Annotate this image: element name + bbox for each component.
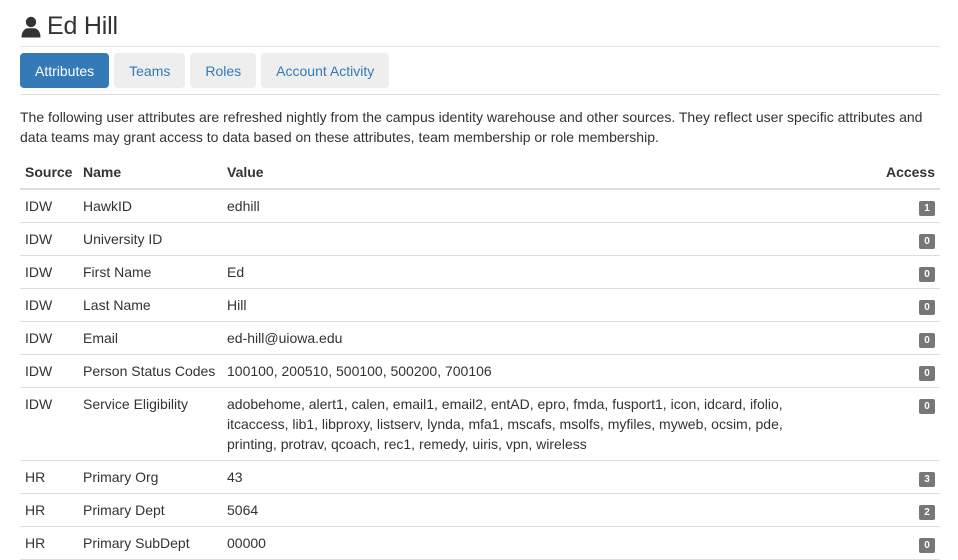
cell-access: 0 (870, 255, 940, 289)
cell-name: Email (78, 321, 222, 355)
cell-name: Primary Org (78, 460, 222, 494)
cell-source: IDW (20, 222, 78, 256)
cell-source: HR (20, 526, 78, 560)
header-source: Source (20, 158, 78, 190)
access-count-badge: 1 (919, 201, 935, 216)
cell-source: IDW (20, 189, 78, 223)
cell-access: 1 (870, 189, 940, 223)
cell-value: edhill (222, 189, 870, 223)
cell-name: Last Name (78, 288, 222, 322)
cell-source: IDW (20, 387, 78, 461)
access-count-badge: 2 (919, 505, 935, 520)
cell-name: Service Eligibility (78, 387, 222, 461)
user-icon (20, 16, 42, 38)
table-row: HR Primary SubDept 00000 0 (20, 526, 940, 560)
cell-source: HR (20, 493, 78, 527)
cell-source: IDW (20, 288, 78, 322)
cell-value: ed-hill@uiowa.edu (222, 321, 870, 355)
cell-access: 0 (870, 222, 940, 256)
cell-access: 3 (870, 460, 940, 494)
cell-access: 2 (870, 493, 940, 527)
header-value: Value (222, 158, 870, 190)
access-count-badge: 0 (919, 366, 935, 381)
cell-value: 5064 (222, 493, 870, 527)
cell-value: 100100, 200510, 500100, 500200, 700106 (222, 354, 870, 388)
tab-teams[interactable]: Teams (114, 53, 186, 88)
cell-name: Primary SubDept (78, 526, 222, 560)
table-row: HR Primary Dept 5064 2 (20, 493, 940, 527)
cell-access: 0 (870, 354, 940, 388)
access-count-badge: 0 (919, 333, 935, 348)
cell-source: HR (20, 460, 78, 494)
cell-name: Primary Dept (78, 493, 222, 527)
table-row: HR Primary Org 43 3 (20, 460, 940, 494)
cell-access: 0 (870, 321, 940, 355)
intro-text: The following user attributes are refres… (20, 109, 923, 145)
user-attributes-page: Ed Hill Attributes Teams Roles Account A… (0, 0, 958, 560)
page-header: Ed Hill (20, 6, 940, 47)
table-row: IDW University ID 0 (20, 222, 940, 256)
tab-roles[interactable]: Roles (190, 53, 257, 88)
tabs-divider (20, 94, 940, 95)
cell-name: First Name (78, 255, 222, 289)
cell-value (222, 222, 870, 256)
cell-access: 0 (870, 288, 940, 322)
cell-name: HawkID (78, 189, 222, 223)
access-count-badge: 0 (919, 267, 935, 282)
header-access: Access (870, 158, 940, 190)
table-row: IDW Person Status Codes 100100, 200510, … (20, 354, 940, 388)
table-row: IDW Service Eligibility adobehome, alert… (20, 387, 940, 461)
table-row: IDW Last Name Hill 0 (20, 288, 940, 322)
access-count-badge: 0 (919, 399, 935, 414)
table-row: IDW HawkID edhill 1 (20, 189, 940, 223)
header-name: Name (78, 158, 222, 190)
access-count-badge: 0 (919, 300, 935, 315)
cell-access: 0 (870, 387, 940, 461)
cell-value: 43 (222, 460, 870, 494)
tab-nav: Attributes Teams Roles Account Activity (20, 53, 390, 88)
cell-value: adobehome, alert1, calen, email1, email2… (222, 387, 870, 461)
cell-source: IDW (20, 354, 78, 388)
cell-name: University ID (78, 222, 222, 256)
cell-source: IDW (20, 321, 78, 355)
cell-name: Person Status Codes (78, 354, 222, 388)
attributes-table: Source Name Value Access IDW HawkID edhi… (20, 158, 940, 560)
table-row: IDW First Name Ed 0 (20, 255, 940, 289)
access-count-badge: 0 (919, 538, 935, 553)
cell-value: Ed (222, 255, 870, 289)
access-count-badge: 0 (919, 234, 935, 249)
access-count-badge: 3 (919, 472, 935, 487)
cell-access: 0 (870, 526, 940, 560)
tab-account-activity[interactable]: Account Activity (261, 53, 390, 88)
table-header-row: Source Name Value Access (20, 158, 940, 190)
cell-source: IDW (20, 255, 78, 289)
cell-value: 00000 (222, 526, 870, 560)
tab-attributes[interactable]: Attributes (20, 53, 110, 88)
cell-value: Hill (222, 288, 870, 322)
table-row: IDW Email ed-hill@uiowa.edu 0 (20, 321, 940, 355)
page-title: Ed Hill (47, 11, 118, 40)
